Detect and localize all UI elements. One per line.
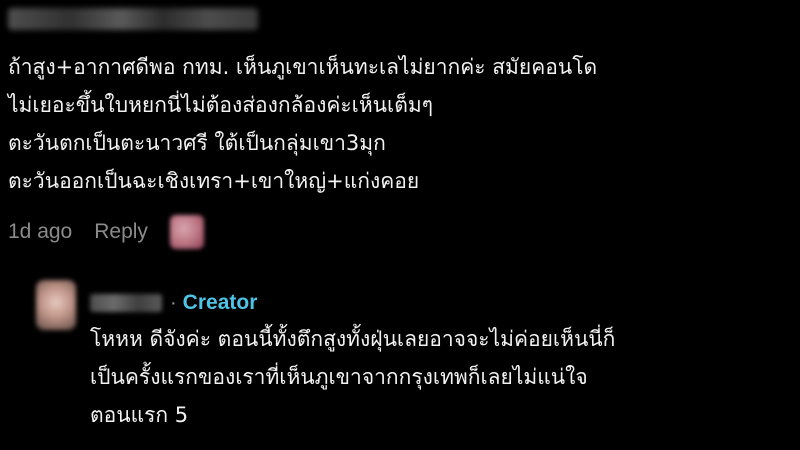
separator-dot: · xyxy=(170,291,177,314)
comment-meta-row: 1d ago Reply xyxy=(8,214,204,250)
reply-line: โหหห ดีจังค่ะ ตอนนี้ทั้งตึกสูงทั้งฝุ่นเล… xyxy=(90,327,616,351)
liked-by-avatar[interactable] xyxy=(169,215,204,249)
creator-badge: Creator xyxy=(182,291,258,314)
commenter-username-blurred[interactable] xyxy=(8,8,258,30)
comment-body: ถ้าสูง+อากาศดีพอ กทม. เห็นภูเขาเห็นทะเลไ… xyxy=(8,48,788,200)
comment-line: ตะวันออกเป็นฉะเชิงเทรา+เขาใหญ่+แก่งคอย xyxy=(8,169,420,193)
reply-line: เป็นครั้งแรกของเราที่เห็นภูเขาจากกรุงเทพ… xyxy=(90,365,588,389)
reply-button[interactable]: Reply xyxy=(94,220,148,244)
comment-thread: ถ้าสูง+อากาศดีพอ กทม. เห็นภูเขาเห็นทะเลไ… xyxy=(0,0,800,450)
reply-header: · Creator xyxy=(90,290,257,316)
reply-line: ตอนแรก 5 xyxy=(90,403,189,427)
reply-username-blurred[interactable] xyxy=(90,294,162,312)
comment-line: ถ้าสูง+อากาศดีพอ กทม. เห็นภูเขาเห็นทะเลไ… xyxy=(8,55,598,79)
reply-body: โหหห ดีจังค่ะ ตอนนี้ทั้งตึกสูงทั้งฝุ่นเล… xyxy=(90,320,790,434)
avatar[interactable] xyxy=(36,280,76,330)
comment-timestamp: 1d ago xyxy=(8,220,73,243)
comment-line: ตะวันตกเป็นตะนาวศรี ใต้เป็นกลุ่มเขา3มุก xyxy=(8,131,386,155)
comment-line: ไม่เยอะขึ้นใบหยกนี่ไม่ต้องส่องกล้องค่ะเห… xyxy=(8,93,433,117)
